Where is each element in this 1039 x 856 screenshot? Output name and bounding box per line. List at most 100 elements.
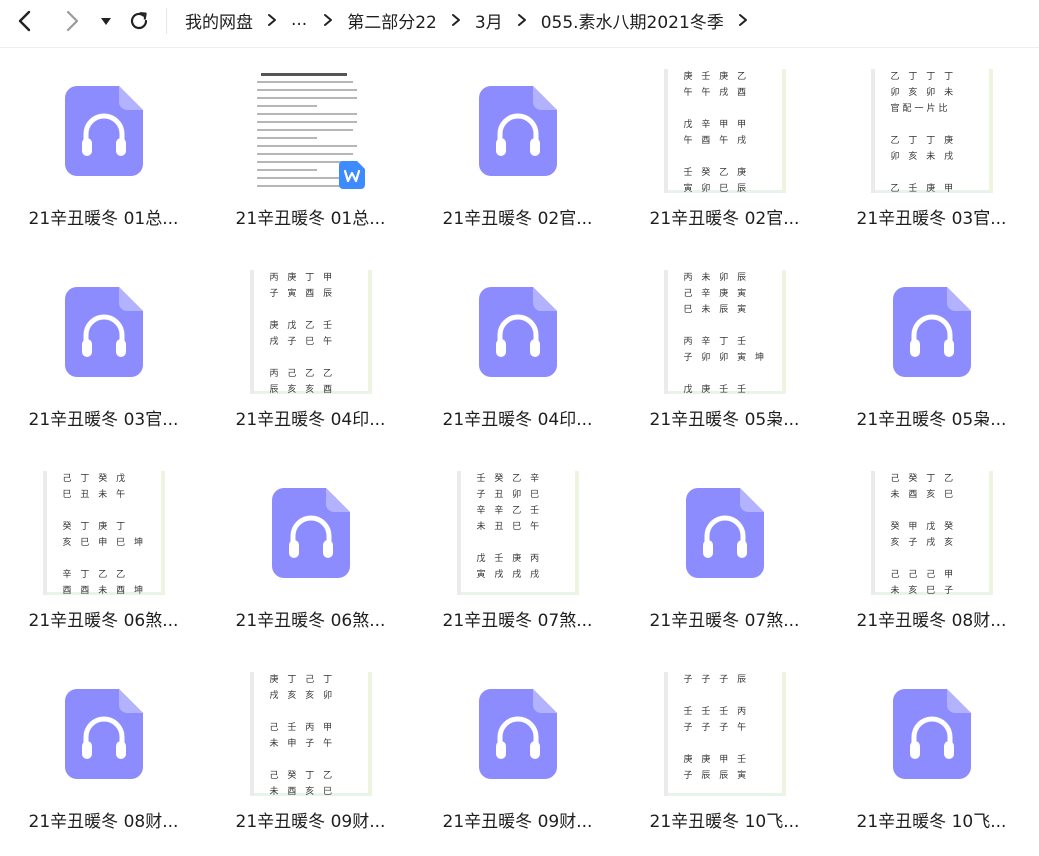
image-preview: 丙 庚 丁 甲 子 寅 酉 辰 庚 戊 乙 壬 戌 子 巳 午 丙 己 乙 乙 … — [249, 270, 372, 394]
file-thumbnail — [414, 671, 621, 797]
file-tile[interactable]: 丙 庚 丁 甲 子 寅 酉 辰 庚 戊 乙 壬 戌 子 巳 午 丙 己 乙 乙 … — [207, 249, 414, 450]
file-thumbnail: 丙 庚 丁 甲 子 寅 酉 辰 庚 戊 乙 壬 戌 子 巳 午 丙 己 乙 乙 … — [207, 269, 414, 395]
breadcrumb-item-current[interactable]: 055.素水八期2021冬季 — [541, 8, 724, 33]
toolbar: 我的网盘 ... 第二部分22 3月 055.素水八期2021冬季 — [0, 0, 1039, 48]
image-preview-text: 乙 丁 丁 丁 卯 亥 卯 未 官配一片比 乙 丁 丁 庚 卯 亥 未 戌 乙 … — [890, 72, 957, 193]
breadcrumb-item-root[interactable]: 我的网盘 — [185, 8, 253, 33]
file-tile[interactable]: 21辛丑暖冬 07煞... — [621, 450, 828, 651]
file-grid: 21辛丑暖冬 01总... 21辛丑暖冬 01总... 21辛丑暖冬 02官... 庚… — [0, 48, 1039, 856]
file-thumbnail — [621, 470, 828, 596]
image-preview: 庚 丁 己 丁 戌 亥 亥 卯 己 壬 丙 甲 未 申 子 午 己 癸 丁 乙 … — [249, 672, 372, 796]
file-tile[interactable]: 21辛丑暖冬 03官... — [0, 249, 207, 450]
file-name: 21辛丑暖冬 10飞... — [856, 812, 1007, 832]
file-thumbnail — [0, 68, 207, 194]
file-tile[interactable]: 21辛丑暖冬 10飞... — [828, 651, 1035, 852]
file-tile[interactable]: 21辛丑暖冬 06煞... — [207, 450, 414, 651]
chevron-right-icon — [517, 13, 527, 27]
history-dropdown-button[interactable] — [92, 6, 120, 36]
headphones-icon — [478, 689, 557, 779]
caret-down-icon — [101, 18, 111, 25]
file-tile[interactable]: 21辛丑暖冬 04印... — [414, 249, 621, 450]
file-tile[interactable]: 21辛丑暖冬 01总... — [0, 48, 207, 249]
breadcrumb-item-march[interactable]: 3月 — [475, 8, 503, 33]
file-name: 21辛丑暖冬 04印... — [235, 410, 386, 430]
file-tile[interactable]: 丙 未 卯 辰 己 辛 庚 寅 巳 未 辰 寅 丙 辛 丁 壬 子 卯 卯 寅 … — [621, 249, 828, 450]
file-thumbnail: 庚 丁 己 丁 戌 亥 亥 卯 己 壬 丙 甲 未 申 子 午 己 癸 丁 乙 … — [207, 671, 414, 797]
file-name: 21辛丑暖冬 04印... — [442, 410, 593, 430]
file-tile[interactable]: 乙 丁 丁 丁 卯 亥 卯 未 官配一片比 乙 丁 丁 庚 卯 亥 未 戌 乙 … — [828, 48, 1035, 249]
image-preview: 丙 未 卯 辰 己 辛 庚 寅 巳 未 辰 寅 丙 辛 丁 壬 子 卯 卯 寅 … — [663, 270, 786, 394]
chevron-right-icon — [267, 13, 277, 27]
headphones-icon — [685, 488, 764, 578]
file-thumbnail: 子 子 子 辰 壬 壬 壬 丙 子 子 子 午 庚 庚 甲 壬 子 辰 辰 寅 … — [621, 671, 828, 797]
file-name: 21辛丑暖冬 03官... — [28, 410, 179, 430]
file-thumbnail: 己 癸 丁 乙 未 酉 亥 巳 癸 甲 戊 癸 亥 子 戌 亥 己 己 己 甲 … — [828, 470, 1035, 596]
image-preview-text: 己 丁 癸 戊 巳 丑 未 午 癸 丁 庚 丁 亥 巳 申 巳 坤 辛 丁 乙 … — [62, 474, 146, 595]
file-tile[interactable]: 子 子 子 辰 壬 壬 壬 丙 子 子 子 午 庚 庚 甲 壬 子 辰 辰 寅 … — [621, 651, 828, 852]
headphones-icon — [64, 689, 143, 779]
file-tile[interactable]: 21辛丑暖冬 02官... — [414, 48, 621, 249]
file-thumbnail: 壬 癸 乙 辛 子 丑 卯 巳 辛 辛 乙 壬 未 丑 巳 午 戊 壬 庚 丙 … — [414, 470, 621, 596]
file-name: 21辛丑暖冬 01总... — [28, 209, 179, 229]
refresh-button[interactable] — [121, 6, 157, 36]
file-name: 21辛丑暖冬 09财... — [442, 812, 593, 832]
file-thumbnail: 乙 丁 丁 丁 卯 亥 卯 未 官配一片比 乙 丁 丁 庚 卯 亥 未 戌 乙 … — [828, 68, 1035, 194]
image-preview-text: 丙 未 卯 辰 己 辛 庚 寅 巳 未 辰 寅 丙 辛 丁 壬 子 卯 卯 寅 … — [683, 273, 767, 394]
file-tile[interactable]: 21辛丑暖冬 01总... — [207, 48, 414, 249]
chevron-right-icon — [451, 13, 461, 27]
file-tile[interactable]: 21辛丑暖冬 09财... — [414, 651, 621, 852]
image-preview-text: 己 癸 丁 乙 未 酉 亥 巳 癸 甲 戊 癸 亥 子 戌 亥 己 己 己 甲 … — [890, 474, 957, 595]
back-button[interactable] — [8, 6, 44, 36]
file-tile[interactable]: 21辛丑暖冬 08财... — [0, 651, 207, 852]
file-thumbnail: 丙 未 卯 辰 己 辛 庚 寅 巳 未 辰 寅 丙 辛 丁 壬 子 卯 卯 寅 … — [621, 269, 828, 395]
file-tile[interactable]: 己 丁 癸 戊 巳 丑 未 午 癸 丁 庚 丁 亥 巳 申 巳 坤 辛 丁 乙 … — [0, 450, 207, 651]
breadcrumb-item-ellipsis[interactable]: ... — [291, 10, 307, 30]
file-name: 21辛丑暖冬 05枭... — [649, 410, 800, 430]
file-tile[interactable]: 己 癸 丁 乙 未 酉 亥 巳 癸 甲 戊 癸 亥 子 戌 亥 己 己 己 甲 … — [828, 450, 1035, 651]
file-name: 21辛丑暖冬 02官... — [649, 209, 800, 229]
toolbar-divider — [166, 8, 167, 34]
file-thumbnail — [828, 269, 1035, 395]
file-name: 21辛丑暖冬 05枭... — [856, 410, 1007, 430]
image-preview: 乙 丁 丁 丁 卯 亥 卯 未 官配一片比 乙 丁 丁 庚 卯 亥 未 戌 乙 … — [870, 69, 993, 193]
image-preview-text: 庚 壬 庚 乙 午 午 戌 酉 戊 辛 甲 甲 午 酉 午 戌 壬 癸 乙 庚 … — [683, 72, 750, 193]
chevron-left-icon — [18, 10, 31, 32]
breadcrumb-item-part2[interactable]: 第二部分22 — [347, 8, 437, 33]
file-thumbnail: 庚 壬 庚 乙 午 午 戌 酉 戊 辛 甲 甲 午 酉 午 戌 壬 癸 乙 庚 … — [621, 68, 828, 194]
headphones-icon — [271, 488, 350, 578]
image-preview-text: 壬 癸 乙 辛 子 丑 卯 巳 辛 辛 乙 壬 未 丑 巳 午 戊 壬 庚 丙 … — [476, 474, 543, 580]
file-name: 21辛丑暖冬 03官... — [856, 209, 1007, 229]
image-preview: 壬 癸 乙 辛 子 丑 卯 巳 辛 辛 乙 壬 未 丑 巳 午 戊 壬 庚 丙 … — [456, 471, 579, 595]
document-preview — [252, 69, 369, 193]
file-thumbnail — [414, 269, 621, 395]
file-tile[interactable]: 21辛丑暖冬 05枭... — [828, 249, 1035, 450]
file-tile[interactable]: 庚 壬 庚 乙 午 午 戌 酉 戊 辛 甲 甲 午 酉 午 戌 壬 癸 乙 庚 … — [621, 48, 828, 249]
headphones-icon — [478, 287, 557, 377]
chevron-right-icon — [66, 10, 79, 32]
image-preview: 己 丁 癸 戊 巳 丑 未 午 癸 丁 庚 丁 亥 巳 申 巳 坤 辛 丁 乙 … — [42, 471, 165, 595]
headphones-icon — [478, 86, 557, 176]
file-thumbnail — [207, 470, 414, 596]
file-name: 21辛丑暖冬 02官... — [442, 209, 593, 229]
file-thumbnail — [828, 671, 1035, 797]
file-thumbnail — [414, 68, 621, 194]
image-preview-text: 子 子 子 辰 壬 壬 壬 丙 子 子 子 午 庚 庚 甲 壬 子 辰 辰 寅 … — [683, 675, 750, 781]
chevron-right-icon — [323, 13, 333, 27]
image-preview-text: 丙 庚 丁 甲 子 寅 酉 辰 庚 戊 乙 壬 戌 子 巳 午 丙 己 乙 乙 … — [269, 273, 336, 394]
file-tile[interactable]: 壬 癸 乙 辛 子 丑 卯 巳 辛 辛 乙 壬 未 丑 巳 午 戊 壬 庚 丙 … — [414, 450, 621, 651]
file-name: 21辛丑暖冬 07煞... — [649, 611, 800, 631]
headphones-icon — [892, 287, 971, 377]
headphones-icon — [64, 86, 143, 176]
headphones-icon — [64, 287, 143, 377]
chevron-right-icon[interactable] — [738, 13, 748, 27]
file-name: 21辛丑暖冬 06煞... — [235, 611, 386, 631]
file-name: 21辛丑暖冬 08财... — [28, 812, 179, 832]
file-name: 21辛丑暖冬 07煞... — [442, 611, 593, 631]
file-tile[interactable]: 庚 丁 己 丁 戌 亥 亥 卯 己 壬 丙 甲 未 申 子 午 己 癸 丁 乙 … — [207, 651, 414, 852]
image-preview: 己 癸 丁 乙 未 酉 亥 巳 癸 甲 戊 癸 亥 子 戌 亥 己 己 己 甲 … — [870, 471, 993, 595]
image-preview: 子 子 子 辰 壬 壬 壬 丙 子 子 子 午 庚 庚 甲 壬 子 辰 辰 寅 … — [663, 672, 786, 796]
image-preview: 庚 壬 庚 乙 午 午 戌 酉 戊 辛 甲 甲 午 酉 午 戌 壬 癸 乙 庚 … — [663, 69, 786, 193]
image-preview-text: 庚 丁 己 丁 戌 亥 亥 卯 己 壬 丙 甲 未 申 子 午 己 癸 丁 乙 … — [269, 675, 336, 796]
wps-doc-icon — [338, 161, 365, 189]
forward-button[interactable] — [54, 6, 90, 36]
